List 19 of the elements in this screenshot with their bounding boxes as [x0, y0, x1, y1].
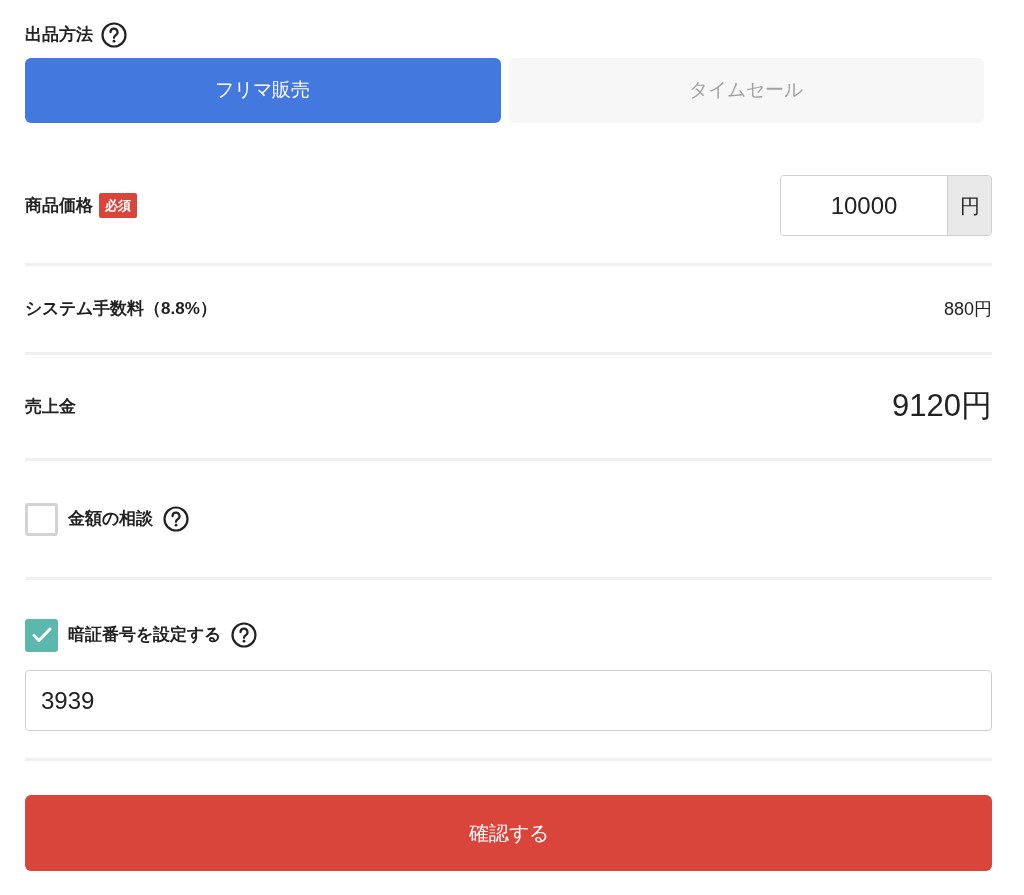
unit-label: 円 — [947, 176, 991, 235]
fee-label: システム手数料（8.8%） — [25, 298, 217, 321]
field-label: 商品価格 — [25, 194, 93, 217]
option-tab[interactable]: フリマ販売 — [25, 58, 501, 123]
proceeds-label: 売上金 — [25, 395, 76, 418]
help-icon[interactable] — [101, 22, 127, 48]
pin-input[interactable]: 3939 — [25, 670, 992, 731]
price-field[interactable]: 10000 円 — [780, 175, 992, 236]
confirm-button[interactable]: 確認する — [25, 795, 992, 871]
fee-amount: 880円 — [943, 297, 992, 321]
help-icon[interactable] — [163, 506, 189, 532]
help-icon[interactable] — [231, 622, 257, 648]
section-label: 出品方法 — [25, 24, 93, 47]
required-tag: 必須 — [99, 192, 137, 219]
proceeds-amount: 9120円 — [892, 387, 992, 426]
checkbox-label[interactable]: 暗証番号を設定する — [68, 622, 221, 648]
checkbox[interactable] — [25, 502, 58, 536]
checkbox[interactable] — [25, 618, 58, 652]
checkbox-label[interactable]: 金額の相談 — [68, 506, 153, 532]
